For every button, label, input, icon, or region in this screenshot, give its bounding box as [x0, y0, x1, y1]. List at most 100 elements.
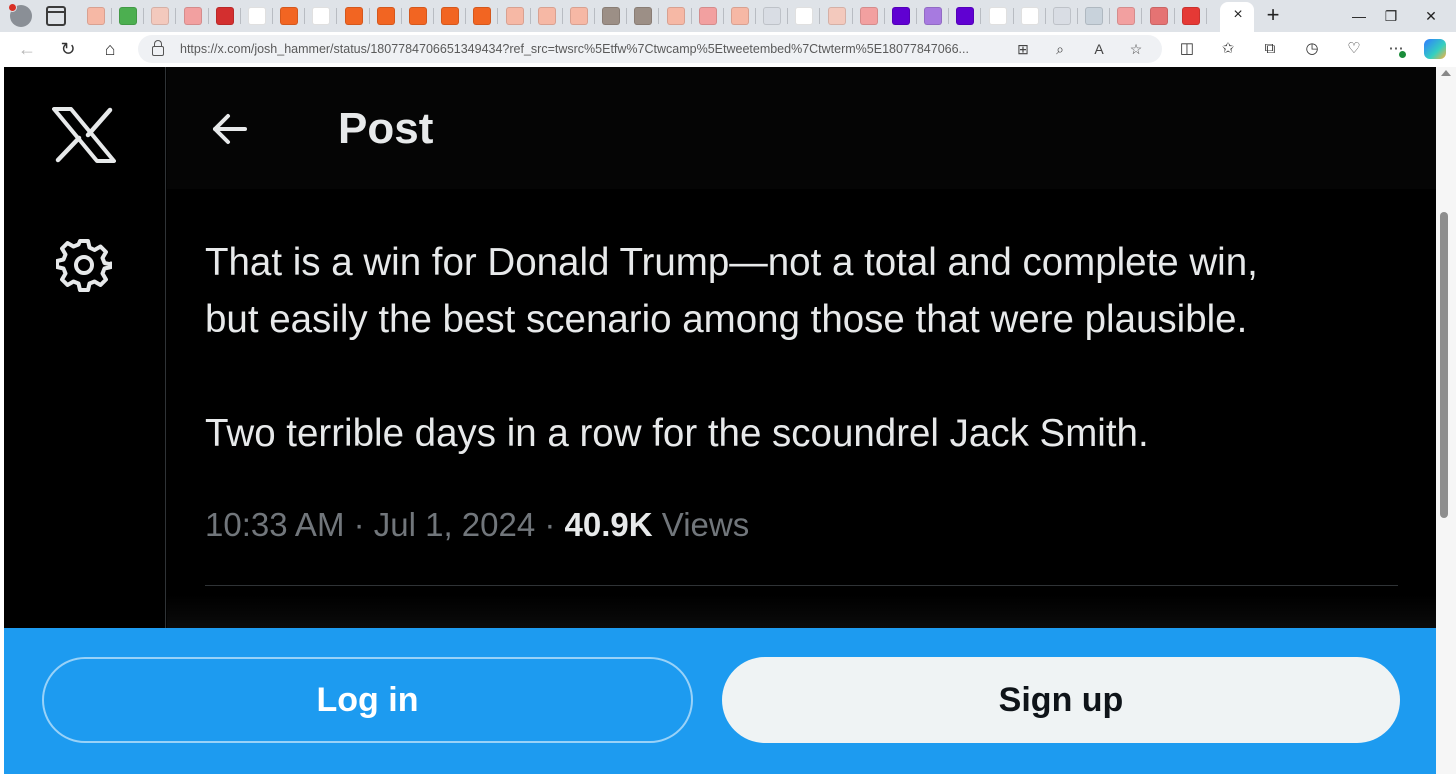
tab-favicon-icon[interactable] [570, 7, 588, 25]
tweet-text-line: That is a win for Donald Trump—not a tot… [205, 241, 1258, 284]
browser-essentials-icon[interactable]: ♡ [1342, 38, 1366, 60]
url-text[interactable]: https://x.com/josh_hammer/status/1807784… [180, 40, 1000, 58]
back-arrow-icon[interactable] [209, 111, 249, 147]
close-window-button[interactable]: ✕ [1416, 4, 1446, 28]
tab-separator [561, 8, 563, 24]
collections-icon[interactable]: ⧉ [1258, 38, 1282, 60]
close-tab-icon[interactable]: × [1229, 5, 1247, 25]
signup-button[interactable]: Sign up [722, 657, 1400, 743]
tab-favicon-icon[interactable] [924, 7, 943, 25]
post-meta: 10:33 AM · Jul 1, 2024 · 40.9K Views [205, 500, 749, 550]
tab-favicon-icon[interactable] [248, 7, 266, 25]
tab-favicon-icon[interactable] [151, 7, 170, 25]
split-screen-icon[interactable]: ◫ [1175, 38, 1199, 60]
app-available-icon[interactable]: ⊞ [1012, 38, 1034, 60]
x-logo-icon[interactable] [52, 107, 116, 163]
back-button[interactable]: ← [14, 37, 40, 61]
tab-separator [304, 8, 306, 24]
tab-favicon-icon[interactable] [215, 7, 234, 25]
tab-favicon-icon[interactable] [956, 7, 975, 25]
tab-separator [787, 8, 789, 24]
tab-favicon-icon[interactable] [505, 7, 524, 25]
tab-favicon-icon[interactable] [1085, 7, 1104, 25]
favorite-star-icon[interactable]: ☆ [1125, 38, 1147, 60]
tab-separator [851, 8, 853, 24]
tab-favicon-icon[interactable] [473, 7, 492, 25]
tab-separator [1012, 8, 1014, 24]
tab-favicon-icon[interactable] [602, 7, 621, 25]
login-button[interactable]: Log in [42, 657, 693, 743]
tab-favicon-icon[interactable] [763, 7, 782, 25]
tab-favicon-icon[interactable] [537, 7, 556, 25]
browser-tab-strip: × + — ❐ ✕ [0, 0, 1456, 32]
tab-separator [1173, 8, 1175, 24]
page-title: Post [338, 104, 434, 153]
tab-separator [819, 8, 821, 24]
tab-favicon-icon[interactable] [698, 7, 717, 25]
tab-favicon-icon[interactable] [988, 7, 1007, 25]
tab-separator [690, 8, 692, 24]
scroll-up-icon[interactable] [1441, 70, 1451, 76]
favorites-icon[interactable]: ✩ [1216, 38, 1240, 60]
tab-separator [368, 8, 370, 24]
divider [205, 585, 1398, 586]
home-button[interactable]: ⌂ [97, 37, 123, 61]
tab-separator [400, 8, 402, 24]
settings-gear-icon[interactable] [56, 236, 112, 292]
tab-favicon-icon[interactable] [312, 7, 331, 25]
login-signup-bar: Log in Sign up [4, 628, 1436, 774]
tab-favicon-icon[interactable] [731, 7, 749, 25]
tab-favicon-icon[interactable] [1149, 7, 1168, 25]
tab-favicon-icon[interactable] [280, 7, 299, 25]
zoom-icon[interactable]: ⌕ [1049, 38, 1071, 60]
tab-separator [465, 8, 467, 24]
tab-favicon-icon[interactable] [666, 7, 685, 25]
tab-separator [1077, 8, 1078, 24]
tab-separator [1205, 8, 1207, 24]
tab-favicon-icon[interactable] [892, 7, 910, 25]
read-aloud-icon[interactable]: A [1088, 38, 1110, 60]
refresh-button[interactable]: ↻ [55, 37, 81, 61]
tab-separator [497, 8, 499, 24]
tab-favicon-icon[interactable] [87, 7, 105, 25]
tweet-text-line: but easily the best scenario among those… [205, 298, 1248, 341]
profile-avatar[interactable] [8, 3, 32, 27]
bottom-fade [167, 595, 1436, 631]
tab-separator [111, 8, 112, 24]
tab-separator [658, 8, 660, 24]
tab-separator [916, 8, 917, 24]
tab-separator [433, 8, 434, 24]
views-label: Views [661, 506, 750, 543]
tab-separator [626, 8, 628, 24]
tab-favicon-icon[interactable] [441, 7, 460, 25]
new-tab-button[interactable]: + [1262, 4, 1284, 26]
tab-favicon-icon[interactable] [634, 7, 653, 25]
history-icon[interactable]: ◷ [1300, 38, 1324, 60]
tab-favicon-icon[interactable] [795, 7, 814, 25]
post-timestamp[interactable]: 10:33 AM · Jul 1, 2024 · [205, 506, 555, 543]
tab-favicon-icon[interactable] [409, 7, 427, 25]
tab-favicon-icon[interactable] [1181, 7, 1200, 25]
tab-favicon-icon[interactable] [1053, 7, 1071, 25]
lock-icon[interactable] [152, 40, 164, 56]
tab-favicon-icon[interactable] [859, 7, 878, 25]
tab-separator [883, 8, 885, 24]
tab-favicon-icon[interactable] [119, 7, 138, 25]
tweet-text-line: Two terrible days in a row for the scoun… [205, 412, 1149, 455]
restore-button[interactable]: ❐ [1376, 4, 1406, 28]
tab-separator [1044, 8, 1046, 24]
tab-actions-icon[interactable] [46, 6, 66, 26]
tab-favicon-icon[interactable] [1117, 7, 1136, 25]
tab-separator [948, 8, 950, 24]
minimize-button[interactable]: — [1344, 4, 1374, 28]
tweet-text: That is a win for Donald Trump—not a tot… [205, 234, 1405, 462]
scrollbar-thumb[interactable] [1440, 212, 1448, 518]
tab-favicon-icon[interactable] [1020, 7, 1039, 25]
tab-separator [239, 8, 241, 24]
tab-favicon-icon[interactable] [344, 7, 363, 25]
tab-favicon-icon[interactable] [183, 7, 202, 25]
copilot-icon[interactable] [1424, 39, 1446, 59]
tab-favicon-icon[interactable] [827, 7, 846, 25]
page-viewport: Post That is a win for Donald Trump—not … [4, 67, 1436, 774]
tab-favicon-icon[interactable] [376, 7, 395, 25]
